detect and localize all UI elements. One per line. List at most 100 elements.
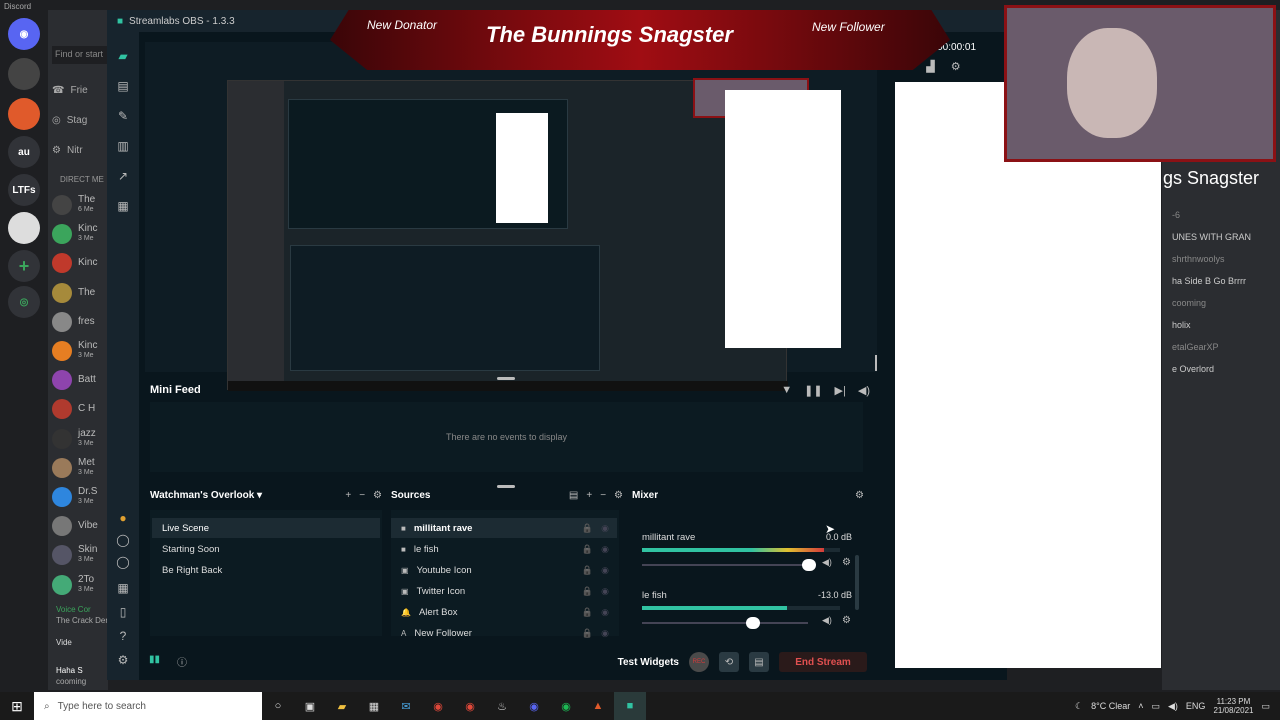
dm-item[interactable]: The (52, 281, 108, 305)
volume-slider[interactable] (642, 559, 816, 571)
discord-icon[interactable]: ◉ (518, 692, 550, 720)
network-icon[interactable]: ▭ (1151, 701, 1160, 712)
settings-icon[interactable]: ⚙ (951, 60, 961, 73)
dm-item[interactable]: Skin 3 Me (52, 543, 108, 567)
resize-handle[interactable] (497, 485, 515, 488)
lock-icon[interactable]: 🔒 (582, 628, 593, 639)
mixer-source-settings-icon[interactable]: ⚙ (842, 615, 851, 626)
dm-item[interactable]: Kinc 3 Me (52, 222, 108, 246)
streamlabs-icon[interactable]: ■ (614, 692, 646, 720)
source-item[interactable]: 🔔 Alert Box 🔒 ◉ (391, 602, 617, 622)
info-icon[interactable]: ⓘ (177, 654, 187, 669)
visibility-icon[interactable]: ◉ (601, 544, 609, 555)
source-item[interactable]: ▣ Youtube Icon 🔒 ◉ (391, 560, 617, 580)
discord-home-icon[interactable]: ◉ (8, 18, 40, 50)
lock-icon[interactable]: 🔒 (582, 586, 593, 597)
steam-icon[interactable]: ♨ (486, 692, 518, 720)
server-icon[interactable] (8, 58, 40, 90)
lock-icon[interactable]: 🔒 (582, 607, 593, 618)
server-au[interactable]: au (8, 136, 40, 168)
visibility-icon[interactable]: ◉ (601, 523, 609, 534)
dm-item[interactable]: Kinc 3 Me (52, 339, 108, 363)
recent-icon[interactable]: ◯ (115, 554, 131, 570)
dm-item[interactable]: Dr.S 3 Me (52, 485, 108, 509)
video-button[interactable]: Vide (56, 638, 72, 647)
scene-settings-icon[interactable]: ⚙ (373, 490, 382, 501)
language[interactable]: ENG (1186, 701, 1206, 711)
visibility-icon[interactable]: ◉ (601, 607, 609, 618)
mail-icon[interactable]: ✉ (390, 692, 422, 720)
mute-icon[interactable]: ◀) (822, 615, 832, 626)
chrome-icon[interactable]: ◉ (454, 692, 486, 720)
dm-item[interactable]: C H (52, 397, 108, 421)
scene-item[interactable]: Be Right Back (152, 560, 380, 580)
chevron-up-icon[interactable]: ˄ (1138, 701, 1143, 711)
weather[interactable]: 8°C Clear (1091, 701, 1130, 711)
remove-scene-icon[interactable]: − (359, 490, 365, 501)
folder-icon[interactable]: ▤ (569, 490, 578, 501)
dashboard-icon[interactable]: ↗ (115, 168, 131, 184)
rec-button[interactable]: REC (689, 652, 709, 672)
source-settings-icon[interactable]: ⚙ (614, 490, 623, 501)
dm-item[interactable]: The 6 Me (52, 193, 108, 217)
lock-icon[interactable]: 🔒 (582, 523, 593, 534)
grid-icon[interactable]: ▦ (115, 580, 131, 596)
dm-item[interactable]: Batt (52, 368, 108, 392)
settings-icon[interactable]: ⚙ (115, 652, 131, 668)
remove-source-icon[interactable]: − (600, 490, 606, 501)
skip-icon[interactable]: ▶| (835, 384, 846, 397)
dm-item[interactable]: fres (52, 310, 108, 334)
volume-icon[interactable]: ◀) (858, 384, 870, 397)
volume-slider-handle[interactable] (746, 617, 760, 629)
chrome-icon[interactable]: ◉ (422, 692, 454, 720)
apps-icon[interactable]: ▦ (115, 198, 131, 214)
server-icon[interactable] (8, 212, 40, 244)
performance-icon[interactable]: ▮▮ (149, 654, 160, 665)
task-view-icon[interactable]: ▣ (294, 692, 326, 720)
server-icon[interactable] (8, 98, 40, 130)
scene-item[interactable]: Starting Soon (152, 539, 380, 559)
studio-mode-icon[interactable]: ▯ (115, 604, 131, 620)
scene-item[interactable]: Live Scene (152, 518, 380, 538)
app-icon[interactable]: ▦ (358, 692, 390, 720)
start-icon[interactable]: ⊞ (0, 692, 34, 720)
mixer-scrollbar[interactable] (855, 555, 859, 610)
dm-item[interactable]: Met 3 Me (52, 456, 108, 480)
pause-icon[interactable]: ❚❚ (804, 384, 822, 397)
help-icon[interactable]: ? (115, 628, 131, 644)
server-ltfs[interactable]: LTFs (8, 174, 40, 206)
taskbar-search[interactable]: ⌕ Type here to search (34, 692, 262, 720)
editor-icon[interactable]: ▰ (115, 48, 131, 64)
store-icon[interactable]: ▥ (115, 138, 131, 154)
spotify-icon[interactable]: ◉ (550, 692, 582, 720)
dm-item[interactable]: jazz 3 Me (52, 427, 108, 451)
mixer-source-settings-icon[interactable]: ⚙ (842, 557, 851, 568)
scene-collection-dropdown[interactable]: Watchman's Overlook ▾ (150, 490, 262, 501)
dm-item[interactable]: Kinc (52, 251, 108, 275)
visibility-icon[interactable]: ◉ (601, 586, 609, 597)
schedule-icon[interactable]: ▤ (749, 652, 769, 672)
source-item[interactable]: ■ le fish 🔒 ◉ (391, 539, 617, 559)
dm-item[interactable]: Vibe (52, 514, 108, 538)
explore-icon[interactable]: ◎ (8, 286, 40, 318)
mute-icon[interactable]: ◀) (822, 557, 832, 568)
visibility-icon[interactable]: ◉ (601, 565, 609, 576)
test-widgets-button[interactable]: Test Widgets (618, 657, 679, 668)
replay-buffer-icon[interactable]: ⟲ (719, 652, 739, 672)
source-item[interactable]: ■ millitant rave 🔒 ◉ (391, 518, 617, 538)
lock-icon[interactable]: 🔒 (582, 565, 593, 576)
clock[interactable]: 11:23 PM 21/08/2021 (1213, 697, 1253, 715)
add-scene-icon[interactable]: + (345, 490, 351, 501)
notification-icon[interactable]: ● (115, 510, 131, 526)
help-icon[interactable]: ◯ (115, 532, 131, 548)
scene-icon[interactable]: ▟ (926, 60, 934, 73)
end-stream-button[interactable]: End Stream (779, 652, 867, 672)
file-explorer-icon[interactable]: ▰ (326, 692, 358, 720)
volume-slider[interactable] (642, 617, 808, 629)
lock-icon[interactable]: 🔒 (582, 544, 593, 555)
themes-icon[interactable]: ✎ (115, 108, 131, 124)
app-icon[interactable]: ▲ (582, 692, 614, 720)
layout-icon[interactable]: ▤ (115, 78, 131, 94)
source-item[interactable]: A New Follower 🔒 ◉ (391, 623, 617, 643)
dm-item[interactable]: 2To 3 Me (52, 573, 108, 597)
